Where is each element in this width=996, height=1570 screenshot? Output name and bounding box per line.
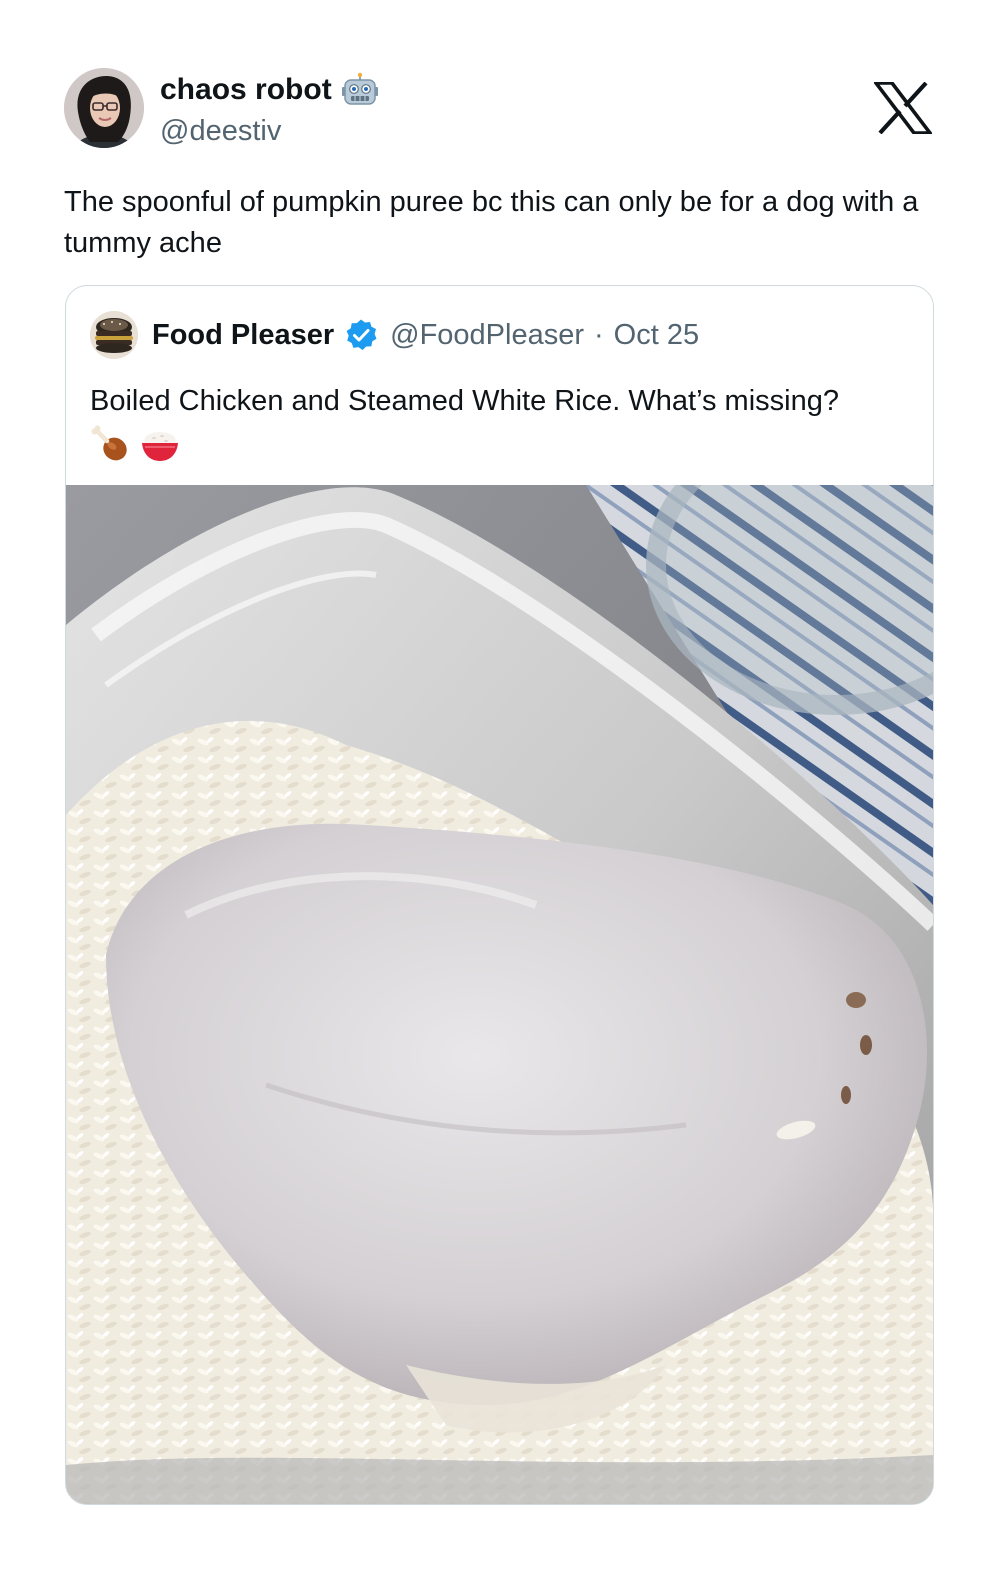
robot-face-icon bbox=[341, 72, 378, 108]
x-logo-icon[interactable] bbox=[872, 81, 934, 135]
author-name-row[interactable]: chaos robot bbox=[160, 70, 378, 110]
quoted-tweet[interactable]: Food Pleaser @FoodPleaser · Oct 25 Boile… bbox=[65, 285, 934, 1505]
quoted-emoji-row bbox=[90, 424, 180, 464]
food-photo-image bbox=[66, 485, 933, 1504]
quoted-header: Food Pleaser @FoodPleaser · Oct 25 bbox=[90, 310, 699, 360]
quoted-handle[interactable]: @FoodPleaser bbox=[390, 319, 584, 352]
quoted-separator: · bbox=[594, 318, 604, 351]
quoted-avatar[interactable] bbox=[90, 311, 138, 359]
poultry-leg-icon bbox=[90, 424, 130, 464]
author-handle[interactable]: @deestiv bbox=[160, 115, 281, 148]
tweet-card: chaos robot @deestiv The spoonful of pum… bbox=[0, 0, 996, 1570]
burger-avatar-image bbox=[90, 311, 138, 359]
avatar-image bbox=[64, 68, 144, 148]
quoted-display-name[interactable]: Food Pleaser bbox=[152, 319, 334, 352]
quoted-date[interactable]: Oct 25 bbox=[614, 319, 699, 352]
quoted-text: Boiled Chicken and Steamed White Rice. W… bbox=[90, 385, 839, 417]
rice-bowl-icon bbox=[140, 424, 180, 464]
tweet-text: The spoonful of pumpkin puree bc this ca… bbox=[64, 186, 919, 259]
quoted-photo[interactable] bbox=[66, 485, 933, 1504]
author-display-name[interactable]: chaos robot bbox=[160, 73, 332, 107]
author-avatar[interactable] bbox=[64, 68, 144, 148]
verified-badge-icon bbox=[344, 318, 378, 352]
